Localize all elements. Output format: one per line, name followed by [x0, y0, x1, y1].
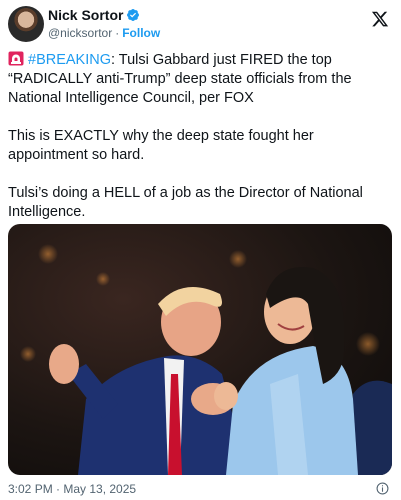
tweet-text: #BREAKING: Tulsi Gabbard just FIRED the … — [8, 51, 396, 222]
tweet-header: Nick Sortor @nicksortor · Follow — [8, 6, 391, 46]
tweet-paragraph-1: #BREAKING: Tulsi Gabbard just FIRED the … — [8, 51, 396, 108]
photo-illustration — [20, 244, 392, 475]
author-name-row: Nick Sortor — [48, 7, 140, 23]
info-icon[interactable] — [376, 482, 389, 495]
siren-icon — [8, 51, 24, 66]
x-logo-icon[interactable] — [371, 10, 389, 28]
tweet-paragraph-2: This is EXACTLY why the deep state fough… — [8, 128, 314, 163]
tweet-photo[interactable] — [8, 224, 392, 475]
author-display-name[interactable]: Nick Sortor — [48, 7, 123, 23]
follow-button[interactable]: Follow — [122, 26, 160, 40]
handle-separator: · — [115, 26, 120, 40]
author-handle[interactable]: @nicksortor — [48, 26, 112, 40]
avatar[interactable] — [8, 6, 44, 42]
tweet-paragraph-3: Tulsi’s doing a HELL of a job as the Dir… — [8, 185, 363, 220]
author-handle-row: @nicksortor · Follow — [48, 26, 160, 40]
tweet-timestamp[interactable]: 3:02 PM · May 13, 2025 — [8, 482, 136, 496]
verified-badge-icon — [127, 9, 140, 21]
hashtag-link[interactable]: #BREAKING — [28, 52, 111, 68]
